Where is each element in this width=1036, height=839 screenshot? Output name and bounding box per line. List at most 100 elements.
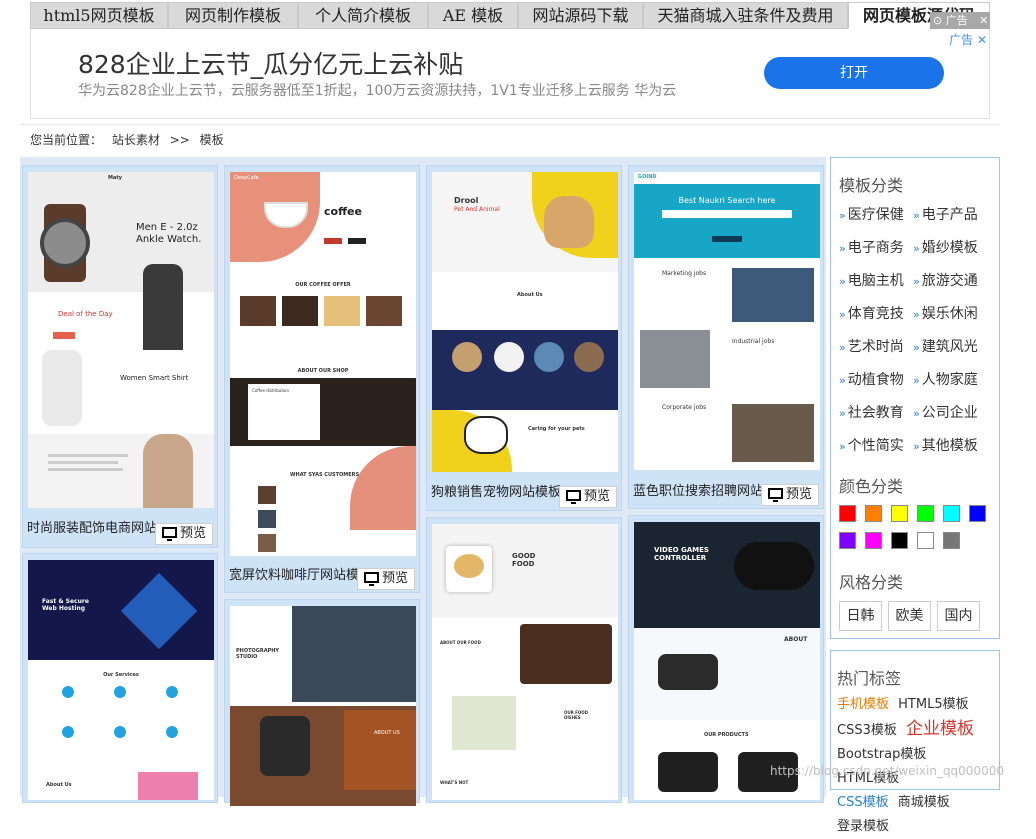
color-swatches <box>831 505 999 549</box>
tag-link[interactable]: CSS模板 <box>837 795 889 810</box>
tab-profile-templates[interactable]: 个人简介模板 <box>298 2 428 29</box>
template-card[interactable]: VIDEO GAMES CONTROLLER ABOUT OUR PRODUCT… <box>628 515 824 803</box>
tab-ae-templates[interactable]: AE 模板 <box>428 2 518 29</box>
ad-label-text: 广告 <box>949 33 974 47</box>
tag-link[interactable]: 手机模板 <box>837 697 889 712</box>
info-icon: ⊙ <box>933 14 943 27</box>
template-thumbnail[interactable]: Fast & Secure Web Hosting Our Services A… <box>28 560 214 800</box>
card-title[interactable]: 宽屏饮料咖啡厅网站模 <box>229 564 359 583</box>
category-link[interactable]: 医疗保健 <box>839 204 913 224</box>
category-link[interactable]: 人物家庭 <box>913 369 993 389</box>
color-swatch-cyan[interactable] <box>943 505 960 522</box>
color-swatch-orange[interactable] <box>865 505 882 522</box>
tag-link[interactable]: HTML5模板 <box>898 697 968 712</box>
category-link[interactable]: 公司企业 <box>913 402 993 422</box>
template-thumbnail[interactable]: PHOTOGRAPHY STUDIO ABOUT US <box>230 606 416 806</box>
thumb-text: ABOUT OUR SHOP <box>297 368 349 374</box>
category-link[interactable]: 娱乐休闲 <box>913 303 993 323</box>
thumb-text: OUR FOOD DISHES <box>564 710 588 720</box>
template-card[interactable]: GOOD FOOD ABOUT OUR FOOD OUR FOOD DISHES… <box>426 517 622 803</box>
category-link[interactable]: 电脑主机 <box>839 270 913 290</box>
color-swatch-black[interactable] <box>891 532 908 549</box>
preview-button[interactable]: 预览 <box>356 568 415 590</box>
template-thumbnail[interactable]: GOOD FOOD ABOUT OUR FOOD OUR FOOD DISHES… <box>432 524 618 800</box>
breadcrumb-home[interactable]: 站长素材 <box>112 133 160 147</box>
category-link[interactable]: 建筑风光 <box>913 336 993 356</box>
template-thumbnail[interactable]: GOIND Best Naukri Search here Marketing … <box>634 172 820 470</box>
category-link[interactable]: 电子产品 <box>913 204 993 224</box>
preview-button[interactable]: 预览 <box>558 486 617 508</box>
tag-link[interactable]: Bootstrap模板 <box>837 747 926 762</box>
thumb-heading: Fast & Secure Web Hosting <box>42 598 89 612</box>
category-link[interactable]: 其他模板 <box>913 435 993 455</box>
close-icon[interactable]: ✕ <box>979 14 988 27</box>
preview-button[interactable]: 预览 <box>154 523 213 545</box>
template-grid: Maty Men E - 2.0z Ankle Watch. Deal of t… <box>20 157 826 806</box>
template-tabbar: html5网页模板 网页制作模板 个人简介模板 AE 模板 网站源码下载 天猫商… <box>30 0 990 29</box>
category-link[interactable]: 社会教育 <box>839 402 913 422</box>
color-swatch-blue[interactable] <box>969 505 986 522</box>
category-link[interactable]: 旅游交通 <box>913 270 993 290</box>
preview-button[interactable]: 预览 <box>760 484 819 506</box>
category-link[interactable]: 电子商务 <box>839 237 913 257</box>
breadcrumb-prefix: 您当前位置： <box>30 133 103 147</box>
color-swatch-magenta[interactable] <box>865 532 882 549</box>
preview-label: 预览 <box>785 487 812 502</box>
color-swatch-red[interactable] <box>839 505 856 522</box>
thumb-heading: Ankle Watch. <box>136 234 202 245</box>
thumb-heading: Best Naukri Search here <box>678 196 776 205</box>
ad-open-button[interactable]: 打开 <box>764 57 944 89</box>
template-thumbnail[interactable]: Drool Pet And Animal About Us Caring for… <box>432 172 618 472</box>
thumb-text: Women Smart Shirt <box>120 374 189 382</box>
thumb-heading: Pet And Animal <box>454 206 500 213</box>
style-button-western[interactable]: 欧美 <box>888 601 931 631</box>
template-thumbnail[interactable]: Maty Men E - 2.0z Ankle Watch. Deal of t… <box>28 172 214 508</box>
breadcrumb-current[interactable]: 模板 <box>200 133 224 147</box>
preview-label: 预览 <box>583 489 610 504</box>
category-link[interactable]: 体育竞技 <box>839 303 913 323</box>
template-card[interactable]: GOIND Best Naukri Search here Marketing … <box>628 165 824 509</box>
color-swatch-purple[interactable] <box>839 532 856 549</box>
tab-web-templates[interactable]: 网页制作模板 <box>168 2 298 29</box>
template-card[interactable]: Maty Men E - 2.0z Ankle Watch. Deal of t… <box>22 165 218 548</box>
template-thumbnail[interactable]: DeepCafe coffee OUR COFFEE OFFER ABOUT O… <box>230 172 416 556</box>
close-icon[interactable]: ✕ <box>977 33 987 47</box>
color-swatch-gray[interactable] <box>943 532 960 549</box>
thumb-text: About Us <box>517 292 543 298</box>
tag-link[interactable]: 登录模板 <box>837 819 889 834</box>
tab-source-code[interactable]: 网站源码下载 <box>518 2 643 29</box>
color-swatch-white[interactable] <box>917 532 934 549</box>
category-link[interactable]: 个性简实 <box>839 435 913 455</box>
template-card[interactable]: PHOTOGRAPHY STUDIO ABOUT US <box>224 599 420 806</box>
thumb-text: WHAT'S NOT <box>440 780 469 785</box>
ad-label[interactable]: 广告 ✕ <box>949 31 987 48</box>
breadcrumb-separator: >> <box>169 133 190 147</box>
ad-title[interactable]: 828企业上云节_瓜分亿元上云补贴 <box>78 45 463 81</box>
style-button-domestic[interactable]: 国内 <box>937 601 980 631</box>
category-link[interactable]: 动植食物 <box>839 369 913 389</box>
category-heading: 模板分类 <box>839 176 904 195</box>
tag-link[interactable]: CSS3模板 <box>837 723 897 738</box>
template-card[interactable]: Fast & Secure Web Hosting Our Services A… <box>22 553 218 803</box>
thumb-text: Caring for your pets <box>528 426 585 432</box>
card-title[interactable]: 狗粮销售宠物网站模板 <box>431 481 561 500</box>
thumb-brand: Maty <box>108 175 122 181</box>
template-thumbnail[interactable]: VIDEO GAMES CONTROLLER ABOUT OUR PRODUCT… <box>634 522 820 800</box>
color-swatch-green[interactable] <box>917 505 934 522</box>
ad-banner[interactable]: 828企业上云节_瓜分亿元上云补贴 华为云828企业上云节，云服务器低至1折起，… <box>30 29 990 119</box>
tab-tmall[interactable]: 天猫商城入驻条件及费用 <box>643 2 848 29</box>
tab-html5[interactable]: html5网页模板 <box>30 2 168 29</box>
category-link[interactable]: 艺术时尚 <box>839 336 913 356</box>
color-swatch-yellow[interactable] <box>891 505 908 522</box>
ad-badge[interactable]: ⊙ 广告 ✕ <box>930 12 990 29</box>
card-title[interactable]: 蓝色职位搜索招聘网站 <box>633 480 763 499</box>
style-button-japan-korea[interactable]: 日韩 <box>839 601 882 631</box>
tag-link[interactable]: 企业模板 <box>906 719 974 739</box>
tag-link[interactable]: 商城模板 <box>898 795 950 810</box>
thumb-text: OUR PRODUCTS <box>704 732 749 738</box>
thumb-heading: Drool <box>454 196 479 205</box>
template-card[interactable]: DeepCafe coffee OUR COFFEE OFFER ABOUT O… <box>224 165 420 593</box>
card-title[interactable]: 时尚服装配饰电商网站 <box>27 517 157 536</box>
template-card[interactable]: Drool Pet And Animal About Us Caring for… <box>426 165 622 511</box>
category-link[interactable]: 婚纱模板 <box>913 237 993 257</box>
